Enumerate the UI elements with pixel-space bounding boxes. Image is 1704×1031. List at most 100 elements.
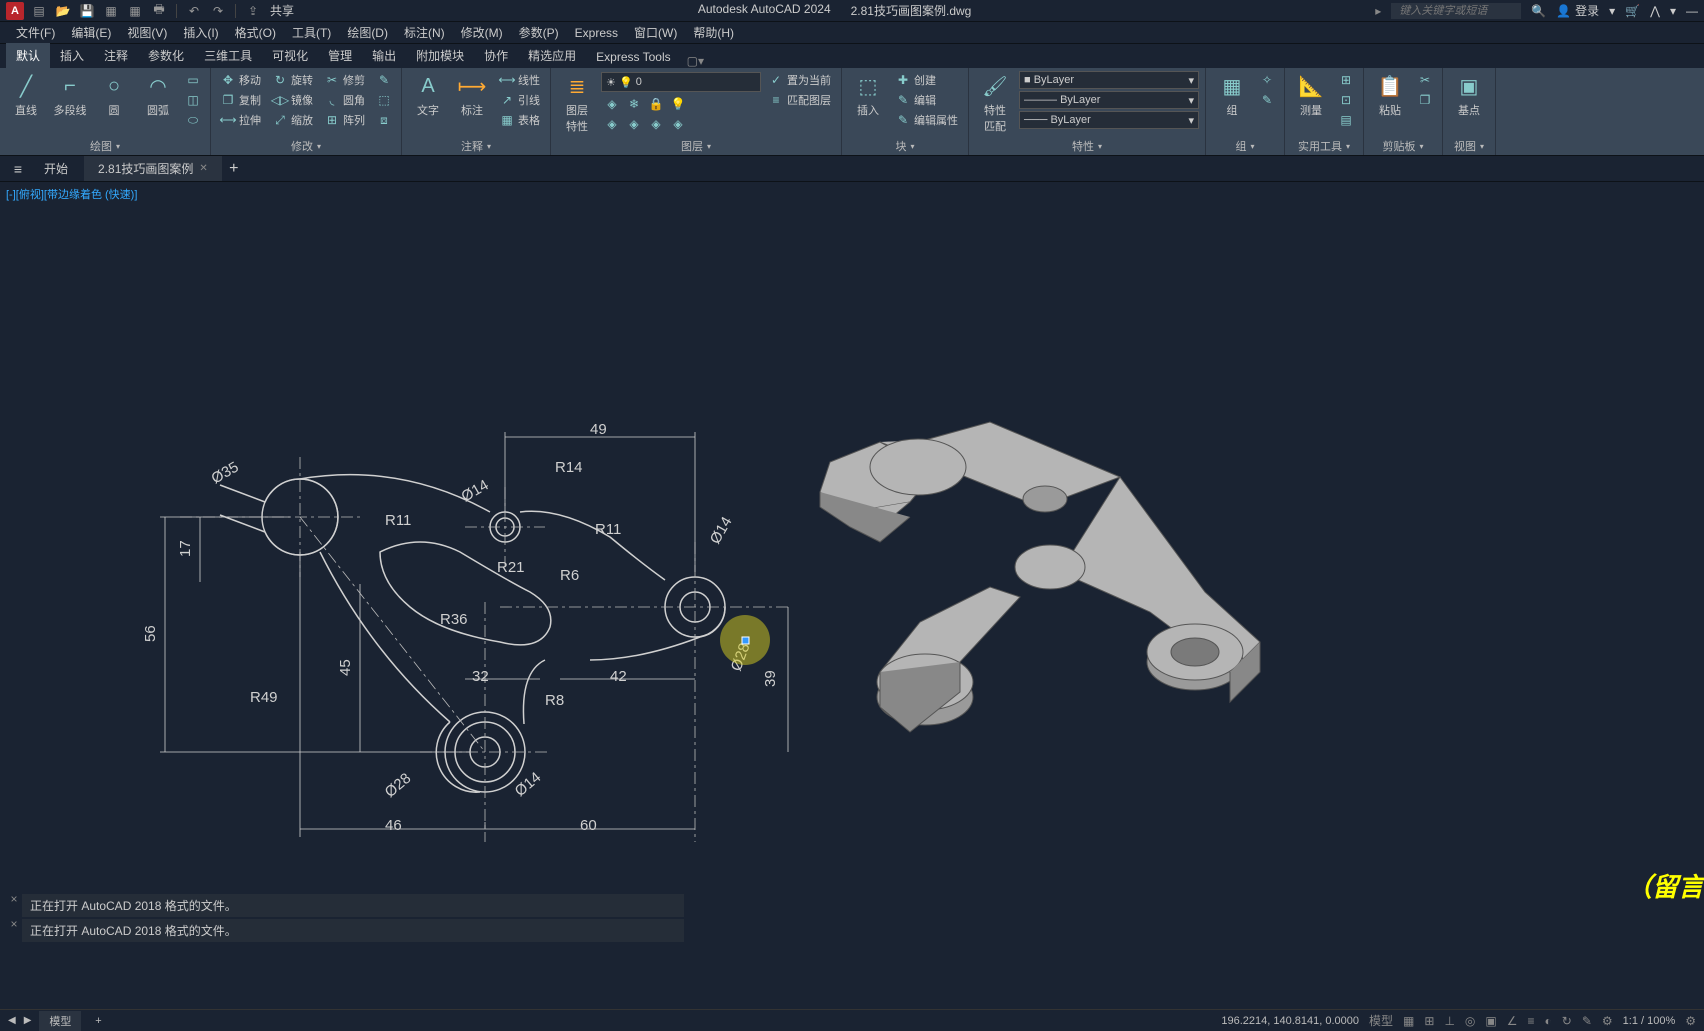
- panel-group-title[interactable]: 组: [1235, 138, 1246, 154]
- more-icon[interactable]: ▾: [1670, 4, 1676, 18]
- cart-icon[interactable]: 🛒: [1625, 4, 1640, 18]
- print-icon[interactable]: 🖶: [152, 4, 166, 18]
- stretch-button[interactable]: ⟷拉伸: [217, 110, 265, 130]
- tab-addins[interactable]: 附加模块: [406, 43, 474, 68]
- trim-button[interactable]: ✂修剪: [321, 70, 369, 90]
- search-input[interactable]: [1391, 3, 1521, 19]
- explode-button[interactable]: ⬚: [373, 90, 395, 110]
- redo-icon[interactable]: ↷: [211, 4, 225, 18]
- panel-modify-title[interactable]: 修改: [291, 138, 313, 154]
- osnap-icon[interactable]: ▣: [1485, 1014, 1496, 1028]
- arc-button[interactable]: ◠圆弧: [138, 70, 178, 120]
- create-block-button[interactable]: ✚创建: [892, 70, 962, 90]
- tab-default[interactable]: 默认: [6, 43, 50, 68]
- tab-visualize[interactable]: 可视化: [262, 43, 318, 68]
- menu-dim[interactable]: 标注(N): [398, 22, 451, 43]
- cmd-close-icon-2[interactable]: ×: [6, 917, 22, 942]
- panel-props-title[interactable]: 特性: [1072, 138, 1094, 154]
- saveas-icon[interactable]: ▦: [104, 4, 118, 18]
- panel-util-title[interactable]: 实用工具: [1298, 138, 1342, 154]
- layer-off-button[interactable]: 💡: [667, 94, 689, 114]
- tab-3dtools[interactable]: 三维工具: [194, 43, 262, 68]
- tabs-menu-icon[interactable]: ≡: [8, 161, 28, 177]
- transparency-icon[interactable]: ◐: [1545, 1014, 1552, 1028]
- layer-btn-b[interactable]: ◈: [623, 114, 645, 134]
- array-button[interactable]: ⊞阵列: [321, 110, 369, 130]
- measure-button[interactable]: 📐测量: [1291, 70, 1331, 120]
- panel-clip-title[interactable]: 剪贴板: [1382, 138, 1415, 154]
- scale-button[interactable]: ⤢缩放: [269, 110, 317, 130]
- matchprop-button[interactable]: 🖌特性 匹配: [975, 70, 1015, 136]
- menu-param[interactable]: 参数(P): [513, 22, 565, 43]
- panel-layer-title[interactable]: 图层: [681, 138, 703, 154]
- hatch-button[interactable]: ◫: [182, 90, 204, 110]
- tab-expresstools[interactable]: Express Tools: [586, 46, 680, 68]
- minimize-icon[interactable]: —: [1686, 4, 1698, 18]
- menu-express[interactable]: Express: [569, 24, 624, 42]
- menu-window[interactable]: 窗口(W): [628, 22, 683, 43]
- groupedit-button[interactable]: ✎: [1256, 90, 1278, 110]
- line-button[interactable]: ╱直线: [6, 70, 46, 120]
- layer-btn-c[interactable]: ◈: [645, 114, 667, 134]
- layer-lock-button[interactable]: 🔒: [645, 94, 667, 114]
- edit-attr-button[interactable]: ✎编辑属性: [892, 110, 962, 130]
- tab-featured[interactable]: 精选应用: [518, 43, 586, 68]
- menu-help[interactable]: 帮助(H): [687, 22, 740, 43]
- color-combo[interactable]: ■ ByLayer▾: [1019, 71, 1199, 89]
- cut-button[interactable]: ✂: [1414, 70, 1436, 90]
- scale-readout[interactable]: 1:1 / 100%: [1623, 1015, 1676, 1027]
- close-icon[interactable]: ✕: [199, 163, 207, 174]
- ribbon-collapse-icon[interactable]: ▢▾: [687, 54, 704, 68]
- menu-format[interactable]: 格式(O): [229, 22, 282, 43]
- infocenter-arrow-icon[interactable]: ▸: [1375, 4, 1381, 18]
- grid-icon[interactable]: ▦: [1403, 1014, 1414, 1028]
- leader-button[interactable]: ↗引线: [496, 90, 544, 110]
- util-b-button[interactable]: ⊡: [1335, 90, 1357, 110]
- base-button[interactable]: ▣基点: [1449, 70, 1489, 120]
- layer-btn-a[interactable]: ◈: [601, 114, 623, 134]
- cycling-icon[interactable]: ↻: [1562, 1014, 1572, 1028]
- layerprops-button[interactable]: ≣图层 特性: [557, 70, 597, 136]
- lineweight-combo[interactable]: ——— ByLayer▾: [1019, 91, 1199, 109]
- help-icon[interactable]: ⋀: [1650, 4, 1660, 18]
- undo-icon[interactable]: ↶: [187, 4, 201, 18]
- workspace-icon[interactable]: ⚙: [1602, 1014, 1613, 1028]
- linear-button[interactable]: ⟷线性: [496, 70, 544, 90]
- login-button[interactable]: 👤 登录: [1556, 2, 1599, 19]
- panel-annot-title[interactable]: 注释: [461, 138, 483, 154]
- customize-icon[interactable]: ⚙: [1685, 1014, 1696, 1028]
- new-icon[interactable]: ▤: [32, 4, 46, 18]
- dim-button[interactable]: ⟼标注: [452, 70, 492, 120]
- offset-button[interactable]: ⧈: [373, 110, 395, 130]
- tab-collab[interactable]: 协作: [474, 43, 518, 68]
- lwt-icon[interactable]: ≡: [1527, 1014, 1534, 1028]
- menu-draw[interactable]: 绘图(D): [341, 22, 394, 43]
- otrack-icon[interactable]: ∠: [1507, 1014, 1518, 1028]
- snap-icon[interactable]: ⊞: [1424, 1014, 1434, 1028]
- polar-icon[interactable]: ◎: [1465, 1014, 1475, 1028]
- rotate-button[interactable]: ↻旋转: [269, 70, 317, 90]
- menu-modify[interactable]: 修改(M): [455, 22, 509, 43]
- add-tab-button[interactable]: +: [224, 160, 244, 178]
- layout-prev-icon[interactable]: ◀: [8, 1015, 16, 1026]
- polyline-button[interactable]: ⌐多段线: [50, 70, 90, 120]
- layout-next-icon[interactable]: ▶: [24, 1015, 32, 1026]
- cmd-close-icon[interactable]: ×: [6, 892, 22, 917]
- panel-draw-title[interactable]: 绘图: [90, 138, 112, 154]
- matchlayer-button[interactable]: ≡匹配图层: [765, 90, 835, 110]
- tab-manage[interactable]: 管理: [318, 43, 362, 68]
- share-icon[interactable]: ⇪: [246, 4, 260, 18]
- panel-view-title[interactable]: 视图: [1454, 138, 1476, 154]
- annotation-icon[interactable]: ✎: [1582, 1014, 1592, 1028]
- ungroup-button[interactable]: ✧: [1256, 70, 1278, 90]
- group-button[interactable]: ▦组: [1212, 70, 1252, 120]
- table-button[interactable]: ▦表格: [496, 110, 544, 130]
- linetype-combo[interactable]: ─── ByLayer▾: [1019, 111, 1199, 129]
- tab-annotate[interactable]: 注释: [94, 43, 138, 68]
- share-label[interactable]: 共享: [270, 2, 294, 19]
- save-icon[interactable]: 💾: [80, 4, 94, 18]
- mirror-button[interactable]: ◁▷镜像: [269, 90, 317, 110]
- move-button[interactable]: ✥移动: [217, 70, 265, 90]
- rect-button[interactable]: ▭: [182, 70, 204, 90]
- tab-output[interactable]: 输出: [362, 43, 406, 68]
